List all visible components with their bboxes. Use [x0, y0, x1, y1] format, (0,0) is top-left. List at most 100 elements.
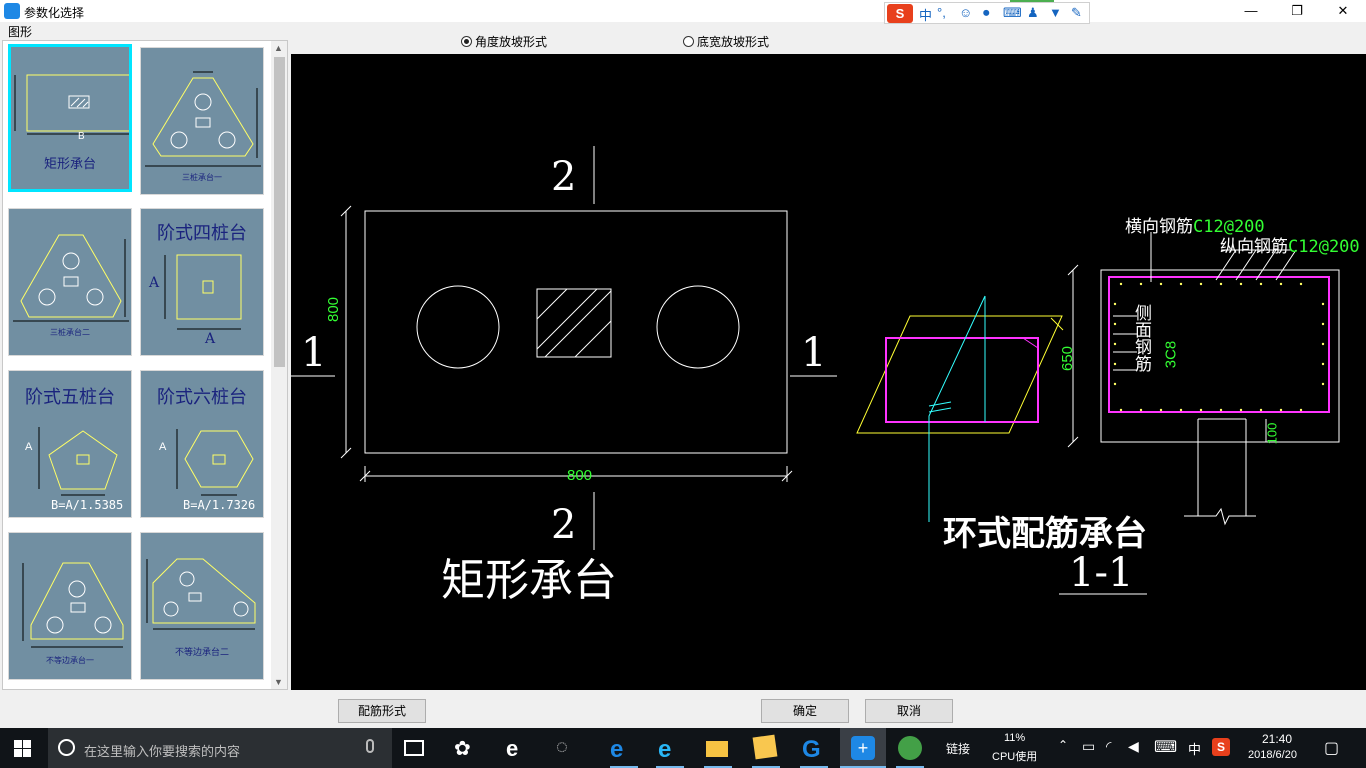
ie-icon[interactable]: e	[658, 736, 682, 763]
tools-icon[interactable]: ✎	[1071, 5, 1082, 21]
shape-thumb-unequal-1[interactable]: 不等边承台一	[8, 532, 132, 680]
dim-a-left: A	[149, 275, 160, 291]
ok-button[interactable]: 确定	[761, 699, 849, 723]
section-1-right: 1	[801, 330, 827, 376]
formula-label: B=A/1.7326	[183, 498, 256, 512]
column-section	[536, 288, 612, 358]
volume-icon[interactable]: ◀	[1128, 738, 1139, 755]
mic-icon[interactable]	[366, 739, 374, 753]
notes-app-icon[interactable]	[752, 734, 778, 760]
dim-horizontal: 800	[567, 467, 593, 484]
side-rebar-value: 3C8	[1162, 340, 1180, 369]
rebar-v-label: 纵向钢筋	[1220, 237, 1288, 257]
clock-date[interactable]: 2018/6/20	[1248, 749, 1297, 761]
dim-vertical: 800	[325, 296, 342, 322]
scroll-up-icon[interactable]: ▲	[274, 43, 283, 53]
pile-left	[416, 285, 500, 369]
radio-dot-selected[interactable]	[461, 36, 472, 47]
shape-title-three-pile-1: 三桩承台一	[182, 173, 222, 182]
taskbar-search[interactable]: 在这里输入你要搜索的内容	[48, 728, 392, 768]
shape-thumb-three-pile-2[interactable]: 三桩承台二	[8, 208, 132, 356]
chevron-up-icon[interactable]: ⌃	[1058, 738, 1068, 752]
skin-icon[interactable]: ▼	[1049, 5, 1062, 20]
clock-time[interactable]: 21:40	[1262, 732, 1292, 746]
dim-b-label: B	[78, 131, 85, 142]
edge-icon[interactable]: e	[610, 736, 634, 763]
radio-width-slope[interactable]: 底宽放坡形式	[683, 33, 769, 50]
cpu-percent: 11%	[1004, 732, 1026, 744]
scroll-thumb[interactable]	[274, 57, 285, 367]
ie-outline-icon[interactable]: e	[506, 736, 530, 761]
param-app-icon: +	[851, 736, 875, 760]
ime-lang-indicator[interactable]: 中	[1188, 739, 1201, 758]
link-toolbar[interactable]: 链接	[946, 740, 970, 757]
emoji-icon[interactable]: ☺	[959, 5, 972, 20]
wifi-icon[interactable]: ◜	[1106, 738, 1111, 755]
keyboard-icon[interactable]: ⌨	[1003, 5, 1022, 21]
section-2-top: 2	[551, 154, 577, 200]
ime-lang-toggle[interactable]: 中	[919, 5, 932, 24]
shape-title-rect: 矩形承台	[43, 157, 96, 172]
rebar-v-value: C12@200	[1288, 237, 1360, 257]
sogou-logo-icon[interactable]: S	[887, 4, 913, 23]
radio-angle-slope[interactable]: 角度放坡形式	[461, 33, 547, 50]
radio-angle-label: 角度放坡形式	[475, 35, 548, 49]
radio-width-label: 底宽放坡形式	[697, 35, 770, 49]
battery-icon[interactable]: ▭	[1082, 738, 1095, 755]
shape-thumb-step-four[interactable]: 阶式四桩台 A A	[140, 208, 264, 356]
search-placeholder: 在这里输入你要搜索的内容	[84, 744, 241, 759]
shape-title-three-pile-2: 三桩承台二	[50, 328, 90, 337]
pinwheel-icon[interactable]: ✿	[454, 736, 478, 760]
cap-outline	[364, 210, 788, 454]
swirl-app-icon[interactable]: ◌	[556, 736, 580, 760]
shape-thumb-rect[interactable]: B 矩形承台	[8, 44, 132, 192]
height-dim: 650	[1059, 345, 1077, 372]
active-app-tile[interactable]: +	[840, 728, 886, 768]
windows-start-icon[interactable]	[14, 740, 31, 757]
section-1-1-label: 1-1	[1069, 550, 1134, 596]
pile-right	[656, 285, 740, 369]
shape-thumb-unequal-2[interactable]: 不等边承台二	[140, 532, 264, 680]
user-icon[interactable]: ♟	[1027, 5, 1039, 21]
mic-icon[interactable]: ⏺	[983, 5, 990, 21]
360-icon[interactable]	[898, 736, 922, 760]
dim-a-bottom: A	[205, 331, 216, 347]
notification-icon[interactable]: ▢	[1324, 738, 1339, 758]
ime-toolbar[interactable]: S 中 °, ☺ ⏺ ⌨ ♟ ▼ ✎	[884, 2, 1090, 24]
ring-outline	[856, 315, 1063, 434]
vertical-scrollbar[interactable]: ▲ ▼	[271, 41, 287, 689]
app-icon	[4, 3, 20, 19]
maximize-button[interactable]: ❐	[1274, 0, 1320, 22]
scroll-down-icon[interactable]: ▼	[274, 677, 283, 687]
ring-rebar	[885, 337, 1039, 423]
radio-dot[interactable]	[683, 36, 694, 47]
section-1-left: 1	[301, 330, 327, 376]
shape-thumb-step-five[interactable]: 阶式五桩台 A B=A/1.5385	[8, 370, 132, 518]
cancel-button[interactable]: 取消	[865, 699, 953, 723]
cad-preview: 2 2 1 1 800 800 矩形承台 环式配筋承台 1-1 横向钢筋 C12@…	[291, 54, 1366, 690]
section-2-bottom: 2	[551, 502, 577, 548]
window-title: 参数化选择	[24, 6, 85, 20]
title-ring-cap: 环式配筋承台	[943, 514, 1147, 554]
close-button[interactable]: ✕	[1320, 0, 1366, 22]
rebar-form-button[interactable]: 配筋形式	[338, 699, 426, 723]
rebar-h-label: 横向钢筋	[1125, 217, 1193, 237]
cortana-icon[interactable]	[58, 739, 75, 756]
shape-title-unequal-1: 不等边承台一	[46, 656, 94, 665]
shape-title-unequal-2: 不等边承台二	[174, 648, 229, 658]
ime-punct-toggle[interactable]: °,	[937, 5, 946, 20]
shape-thumb-step-six[interactable]: 阶式六桩台 A B=A/1.7326	[140, 370, 264, 518]
title-rect-cap: 矩形承台	[441, 555, 617, 606]
file-explorer-icon[interactable]	[706, 741, 728, 757]
shape-thumb-three-pile-1[interactable]: 三桩承台一	[140, 47, 264, 195]
shape-group-label: 图形	[8, 25, 33, 39]
sogou-tray-icon[interactable]: S	[1212, 738, 1230, 756]
side-rebar-label: 侧面钢筋	[1131, 304, 1151, 372]
cover-dim: 100	[1264, 422, 1280, 445]
shape-list[interactable]: B 矩形承台 三桩承台一 三桩承台二 阶式四桩台 A A 阶式五桩台 A B=A…	[2, 40, 288, 690]
minimize-button[interactable]: —	[1228, 0, 1274, 22]
glodon-icon[interactable]: G	[802, 736, 826, 763]
keyboard-icon[interactable]: ⌨	[1154, 737, 1177, 757]
task-view-icon[interactable]	[404, 740, 424, 756]
title-bar: 参数化选择 S 中 °, ☺ ⏺ ⌨ ♟ ▼ ✎ — ❐ ✕	[0, 0, 1366, 24]
